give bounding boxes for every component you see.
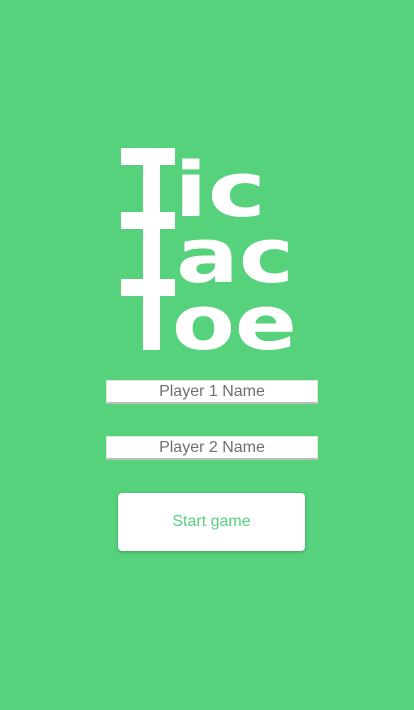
- logo-word-toe: oe: [172, 278, 297, 360]
- start-game-button[interactable]: Start game: [118, 493, 305, 551]
- logo-t-stem: [143, 148, 160, 350]
- game-logo: ic ac oe: [0, 0, 414, 360]
- player-1-name-input[interactable]: [106, 380, 318, 404]
- logo-t-bar-2: [121, 212, 175, 229]
- tic-tac-toe-logo-graphic: ic ac oe: [121, 145, 297, 360]
- player-2-name-input[interactable]: [106, 436, 318, 460]
- logo-t-bar-3: [121, 279, 175, 296]
- logo-t-bar-1: [121, 148, 175, 165]
